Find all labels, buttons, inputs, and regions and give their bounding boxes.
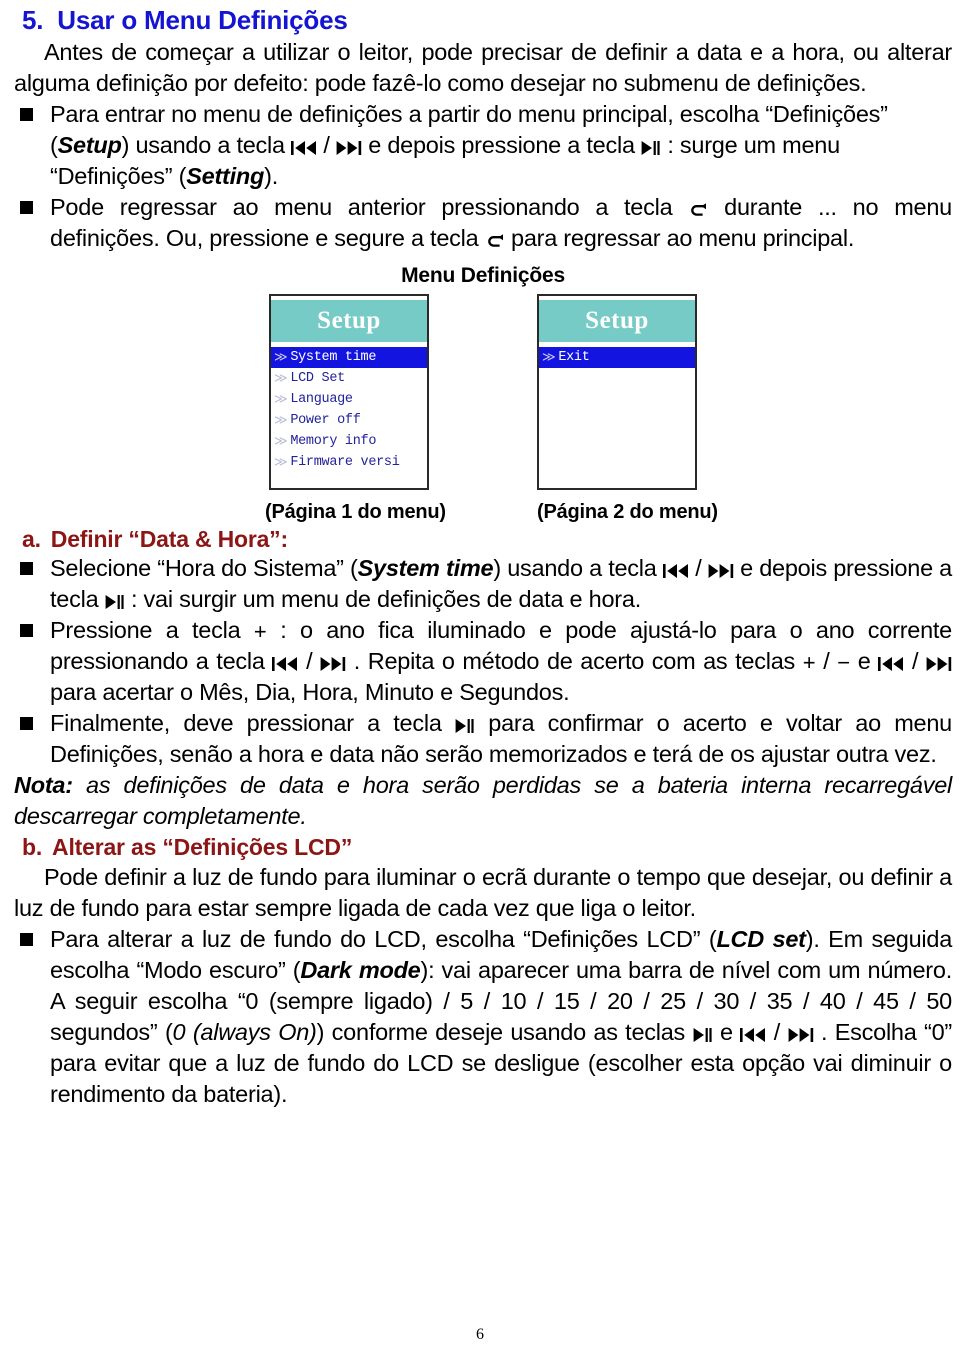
subsection-b-title: Alterar as “Definições LCD” — [52, 834, 353, 861]
page-number: 6 — [476, 1326, 484, 1343]
device-screen-page-1: Setup ≫ System time ≫ LCD Set ≫ Language ≫ Powe… — [269, 294, 429, 491]
square-bullet-icon — [20, 932, 33, 946]
square-bullet-icon — [20, 108, 33, 122]
chevron-right-icon: ≫ — [274, 371, 288, 387]
menu-item-selected[interactable]: ≫ System time — [271, 347, 427, 369]
prev-track-key-icon — [272, 653, 298, 674]
screen-header-title: Setup — [271, 300, 427, 343]
prev-track-key-icon — [662, 560, 689, 581]
menu-item-label: System time — [290, 350, 377, 366]
bullet-text: Para entrar no menu de definições a part… — [50, 101, 888, 190]
chevron-right-icon: ≫ — [274, 413, 288, 429]
square-bullet-icon — [20, 717, 33, 731]
chevron-right-icon: ≫ — [542, 350, 556, 366]
subsection-b-intro-paragraph: Pode definir a luz de fundo para ilumina… — [14, 863, 952, 921]
section-heading: 5. Usar o Menu Definições — [22, 5, 952, 35]
menu-item-label: Firmware versi — [290, 455, 400, 471]
plus-key-icon: + — [802, 650, 816, 676]
bullet-enter-setup-menu: Para entrar no menu de definições a part… — [14, 99, 952, 192]
menu-item-label: Exit — [558, 350, 590, 366]
menu-item-selected[interactable]: ≫ Exit — [539, 347, 695, 369]
next-track-key-icon — [320, 653, 346, 674]
menu-item[interactable]: ≫ Language — [271, 389, 427, 410]
emphasis-term: LCD set — [716, 925, 806, 952]
prev-track-key-icon — [740, 1024, 766, 1045]
menu-item[interactable]: ≫ Power off — [271, 410, 427, 431]
menu-item-label: Memory info — [290, 434, 377, 450]
figure-title: Menu Definições — [401, 264, 565, 288]
subsection-a-heading: a. Definir “Data & Hora”: — [22, 526, 952, 553]
menu-item-label: Language — [290, 392, 353, 408]
menu-item[interactable]: ≫ LCD Set — [271, 368, 427, 389]
note-label: Nota: — [14, 772, 73, 799]
chevron-right-icon: ≫ — [274, 350, 288, 366]
emphasis-term: System time — [357, 555, 494, 582]
next-track-key-icon — [788, 1024, 814, 1045]
device-screen-page-2: Setup ≫ Exit — [537, 294, 697, 491]
next-track-key-icon — [926, 653, 952, 674]
prev-track-key-icon — [291, 137, 317, 158]
subsection-b-number: b. — [22, 834, 43, 861]
play-pause-key-icon — [105, 591, 125, 612]
square-bullet-icon — [20, 201, 33, 215]
play-pause-key-icon — [693, 1024, 713, 1045]
menu-list-page-2: ≫ Exit — [539, 347, 695, 369]
screen-page-1-wrapper: Setup ≫ System time ≫ LCD Set ≫ Language ≫ Powe… — [265, 294, 446, 524]
emphasis-term: 0 (always On) — [172, 1018, 317, 1045]
play-pause-key-icon — [455, 715, 475, 736]
bullet-text: Para alterar a luz de fundo do LCD, esco… — [50, 925, 953, 1107]
note-text: as definições de data e hora serão perdi… — [14, 772, 952, 830]
play-pause-key-icon — [641, 137, 661, 158]
menu-item-label: Power off — [290, 413, 361, 429]
subsection-a-title: Definir “Data & Hora”: — [50, 526, 288, 553]
screen-header-title: Setup — [539, 300, 695, 343]
document-page: 5. Usar o Menu Definições Antes de começa… — [0, 0, 960, 1358]
menu-item[interactable]: ≫ Firmware versi — [271, 452, 427, 473]
next-track-key-icon — [336, 137, 362, 158]
return-arrow-key-icon — [485, 230, 505, 251]
return-arrow-key-icon — [688, 199, 708, 220]
subsection-a-number: a. — [22, 526, 41, 553]
bullet-text: Selecione “Hora do Sistema” (System time… — [50, 555, 953, 613]
chevron-right-icon: ≫ — [274, 434, 288, 450]
bullet-select-system-time: Selecione “Hora do Sistema” (System time… — [14, 553, 952, 615]
square-bullet-icon — [20, 624, 33, 638]
screen-caption-page-1: (Página 1 do menu) — [265, 501, 446, 524]
subsection-b-heading: b. Alterar as “Definições LCD” — [22, 834, 952, 861]
section-title: Usar o Menu Definições — [57, 5, 348, 35]
menu-item-label: LCD Set — [290, 371, 345, 387]
emphasis-term: Setup — [57, 132, 122, 159]
bullet-text: Pode regressar ao menu anterior pression… — [50, 194, 952, 252]
chevron-right-icon: ≫ — [274, 455, 288, 471]
bullet-return-previous-menu: Pode regressar ao menu anterior pression… — [14, 192, 952, 254]
minus-key-icon: − — [837, 650, 851, 676]
bullet-text: Finalmente, deve pressionar a tecla para… — [50, 710, 953, 768]
screen-page-2-wrapper: Setup ≫ Exit (Página 2 do menu) — [537, 294, 718, 524]
bullet-text: Pressione a tecla + : o ano fica ilumina… — [50, 617, 953, 706]
figure-screens: Setup ≫ System time ≫ LCD Set ≫ Language ≫ Powe… — [14, 294, 952, 524]
emphasis-term: Setting — [186, 163, 265, 190]
bullet-confirm-and-return: Finalmente, deve pressionar a tecla para… — [14, 708, 952, 770]
section-number: 5. — [22, 5, 44, 35]
menu-list-page-1: ≫ System time ≫ LCD Set ≫ Language ≫ Power off ≫… — [271, 347, 427, 473]
section-intro-paragraph: Antes de começar a utilizar o leitor, po… — [14, 39, 952, 97]
plus-key-icon: + — [253, 619, 267, 645]
square-bullet-icon — [20, 562, 33, 576]
emphasis-term: Dark mode — [300, 956, 421, 983]
menu-item[interactable]: ≫ Memory info — [271, 431, 427, 452]
note-paragraph: Nota: as definições de data e hora serão… — [14, 770, 952, 832]
next-track-key-icon — [708, 560, 734, 581]
screen-caption-page-2: (Página 2 do menu) — [537, 501, 718, 524]
bullet-adjust-year: Pressione a tecla + : o ano fica ilumina… — [14, 615, 952, 708]
chevron-right-icon: ≫ — [274, 392, 288, 408]
bullet-change-lcd-backlight: Para alterar a luz de fundo do LCD, esco… — [14, 924, 952, 1110]
prev-track-key-icon — [878, 653, 904, 674]
